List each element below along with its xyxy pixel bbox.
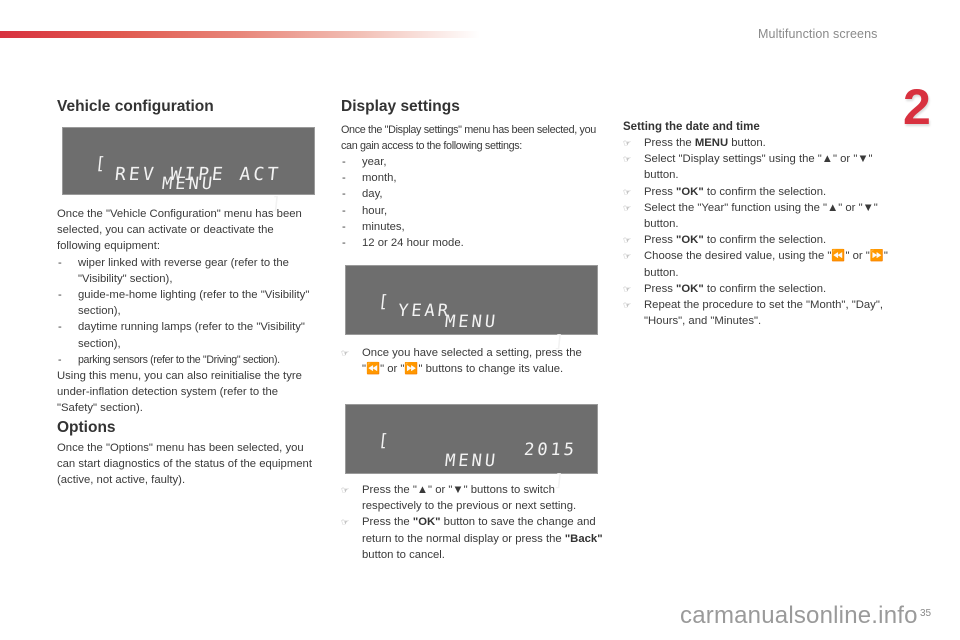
watermark-link[interactable]: carmanualsonline.info xyxy=(680,602,918,630)
lcd-line2: 2015 xyxy=(522,440,579,460)
list-item: minutes, xyxy=(341,219,601,235)
list-item: day, xyxy=(341,186,601,202)
step-text: Press the xyxy=(362,516,413,529)
equipment-list: wiper linked with reverse gear (refer to… xyxy=(57,255,319,369)
chapter-number: 2 xyxy=(903,79,931,135)
list-item: month, xyxy=(341,170,601,186)
page-number: 35 xyxy=(920,608,932,619)
step-text: button. xyxy=(728,137,766,149)
list-item: ☞ Press "OK" to confirm the selection. xyxy=(623,184,889,200)
lcd-line2: REV WIPE ACT xyxy=(113,164,283,185)
list-item: daytime running lamps (refer to the "Vis… xyxy=(57,319,319,351)
step-text: Press xyxy=(644,234,677,247)
step-bold: "OK" xyxy=(676,185,704,198)
options-heading: Options xyxy=(57,419,116,436)
lcd-left-bracket: [ xyxy=(377,431,393,451)
options-body: Once the "Options" menu has been selecte… xyxy=(57,442,312,487)
step-bold: "OK" xyxy=(676,234,704,247)
settings-list: year, month, day, hour, minutes, 12 or 2… xyxy=(341,154,601,251)
display-settings-list-wrap: year, month, day, hour, minutes, 12 or 2… xyxy=(341,154,601,251)
vehicle-configuration-intro: Once the "Vehicle Configuration" menu ha… xyxy=(57,208,302,253)
list-item: wiper linked with reverse gear (refer to… xyxy=(57,255,319,287)
list-item: ☞ Press the MENU button. xyxy=(623,135,889,151)
step-text: Select the "Year" function using the "▲"… xyxy=(644,201,878,231)
lcd-left-bracket: [ xyxy=(94,154,110,174)
lcd-left-bracket: [ xyxy=(377,292,393,312)
display-settings-heading: Display settings xyxy=(341,98,460,115)
step-bold: "OK" xyxy=(412,516,441,529)
list-item: ☞ Press "OK" to confirm the selection. xyxy=(623,281,889,297)
lcd-display-year: [ MENU ] YEAR xyxy=(345,265,598,352)
pointing-hand-icon: ☞ xyxy=(623,186,632,197)
list-item: 12 or 24 hour mode. xyxy=(341,235,601,251)
pointing-hand-icon: ☞ xyxy=(341,348,350,358)
vehicle-configuration-outro: Using this menu, you can also reinitiali… xyxy=(57,370,302,415)
after-steps: ☞ Press the "▲" or "▼" buttons to switch… xyxy=(341,482,603,563)
display-settings-intro: Once the "Display settings" menu has bee… xyxy=(341,124,596,153)
lcd-display-value: [ MENU ] 2015 xyxy=(345,404,598,491)
step-list: ☞ Press the MENU button. ☞ Select "Display… xyxy=(623,135,889,329)
list-item: ☞ Select the "Year" function using the "▲… xyxy=(623,200,889,232)
lcd-line2: YEAR xyxy=(396,301,453,321)
step-bold: "OK" xyxy=(676,282,704,295)
pointing-hand-icon: ☞ xyxy=(623,154,632,165)
step-text: Press the "▲" or "▼" buttons to switch r… xyxy=(362,484,577,513)
pointing-hand-icon: ☞ xyxy=(623,251,632,262)
step-text: Select "Display settings" using the "▲" … xyxy=(644,153,873,182)
vehicle-configuration-body: Once the "Vehicle Configuration" menu ha… xyxy=(57,206,319,417)
pointing-hand-icon: ☞ xyxy=(623,138,632,148)
list-item: ☞ Choose the desired value, using the "⏪"… xyxy=(623,248,889,280)
step-text: button to cancel. xyxy=(362,548,445,561)
pointing-hand-icon: ☞ xyxy=(341,485,350,495)
pointing-hand-icon: ☞ xyxy=(623,235,632,246)
list-item: ☞ Press the "OK" button to save the chan… xyxy=(341,514,603,563)
lcd-display-rev-wipe: [ MENU ] REV WIPE ACT xyxy=(62,127,315,214)
pointing-hand-icon: ☞ xyxy=(623,300,632,311)
list-item: ☞ Once you have selected a setting, pres… xyxy=(341,345,603,377)
step-bold: "Back" xyxy=(564,532,603,545)
step-text: Choose the desired value, using the "⏪" … xyxy=(644,250,888,279)
step-text: to confirm the selection. xyxy=(703,185,827,198)
section-title: Multifunction screens xyxy=(758,27,878,41)
step-text: Press xyxy=(644,185,677,198)
pointing-hand-icon: ☞ xyxy=(623,283,632,294)
list-item: ☞ Repeat the procedure to set the "Month"… xyxy=(623,297,889,329)
setting-date-time-heading: Setting the date and time xyxy=(623,121,760,133)
list-item: guide-me-home lighting (refer to the "Vi… xyxy=(57,287,319,319)
step-text: to confirm the selection. xyxy=(703,282,827,295)
vehicle-configuration-heading: Vehicle configuration xyxy=(57,98,214,115)
step-text: to confirm the selection. xyxy=(703,234,827,247)
step-list: ☞ Press the "▲" or "▼" buttons to switch… xyxy=(341,482,603,563)
step-text: Press xyxy=(644,282,677,295)
pointing-hand-icon: ☞ xyxy=(623,202,632,213)
change-value-step: ☞ Once you have selected a setting, pres… xyxy=(341,345,603,377)
list-item: ☞ Select "Display settings" using the "▲"… xyxy=(623,151,889,183)
list-item: year, xyxy=(341,154,601,170)
list-item: hour, xyxy=(341,203,601,219)
date-time-steps: ☞ Press the MENU button. ☞ Select "Display… xyxy=(623,135,889,329)
list-item: ☞ Press "OK" to confirm the selection. xyxy=(623,232,889,248)
step-text: Repeat the procedure to set the "Month",… xyxy=(644,299,883,328)
pointing-hand-icon: ☞ xyxy=(341,517,350,528)
step-text: Once you have selected a setting, press … xyxy=(362,347,582,376)
list-item: ☞ Press the "▲" or "▼" buttons to switch… xyxy=(341,482,603,514)
step-text: Press the xyxy=(644,137,695,149)
list-item: parking sensors (refer to the "Driving" … xyxy=(57,352,319,368)
step-list: ☞ Once you have selected a setting, pres… xyxy=(341,345,603,377)
header-accent-bar xyxy=(0,31,480,38)
step-bold: MENU xyxy=(694,137,729,149)
